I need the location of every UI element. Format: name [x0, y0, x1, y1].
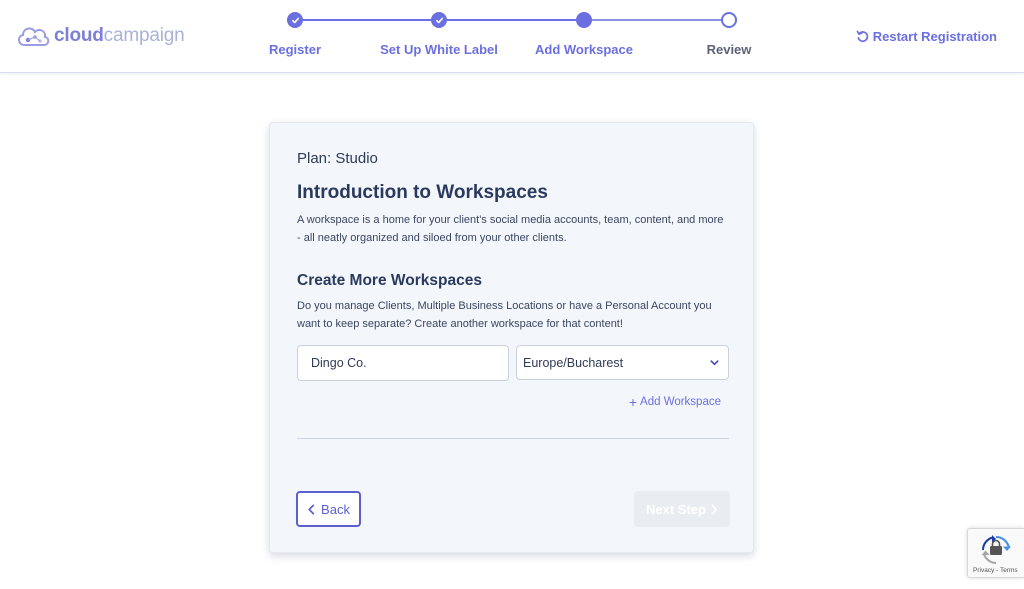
step-label-add-workspace[interactable]: Add Workspace	[535, 42, 633, 57]
step-connector-2	[439, 19, 584, 21]
cloudcampaign-logo[interactable]: cloudcampaign	[15, 20, 185, 52]
intro-description: A workspace is a home for your client's …	[297, 214, 724, 244]
chevron-left-icon	[308, 504, 315, 514]
recaptcha-badge[interactable]: Privacy - Terms	[967, 528, 1024, 578]
workspace-card: Plan: Studio Introduction to Workspaces …	[269, 122, 754, 553]
add-workspace-link[interactable]: + Add Workspace	[629, 395, 721, 409]
workspace-name-input[interactable]	[297, 345, 509, 381]
logo-word-cloud: cloud	[54, 25, 104, 46]
back-label: Back	[321, 501, 350, 517]
restart-icon	[856, 30, 868, 43]
check-icon	[291, 17, 299, 23]
step-connector-3	[584, 19, 729, 21]
recaptcha-links[interactable]: Privacy - Terms	[973, 567, 1018, 574]
timezone-value: Europe/Bucharest	[523, 355, 624, 370]
step-connector-1	[295, 19, 439, 21]
step-dot-review[interactable]	[721, 12, 737, 28]
logo-text: cloudcampaign	[54, 25, 185, 47]
chevron-right-icon	[711, 504, 718, 514]
create-workspaces-title: Create More Workspaces	[297, 272, 482, 289]
recaptcha-icon	[981, 535, 1011, 564]
step-label-review[interactable]: Review	[707, 42, 752, 57]
next-step-button[interactable]: Next Step	[634, 491, 730, 527]
intro-title: Introduction to Workspaces	[297, 182, 548, 203]
registration-stepper: Register Set Up White Label Add Workspac…	[255, 8, 775, 63]
plus-icon: +	[628, 394, 638, 410]
restart-registration-link[interactable]: Restart Registration	[856, 29, 997, 44]
add-workspace-label: Add Workspace	[640, 396, 721, 408]
step-label-white-label[interactable]: Set Up White Label	[380, 42, 498, 57]
step-dot-add-workspace[interactable]	[576, 12, 592, 28]
next-step-label: Next Step	[646, 501, 706, 517]
check-icon	[435, 17, 443, 23]
top-header: cloudcampaign Register Set Up White Labe…	[0, 0, 1024, 73]
step-label-register[interactable]: Register	[269, 42, 321, 57]
step-dot-register[interactable]	[287, 12, 303, 28]
step-dot-white-label[interactable]	[431, 12, 447, 28]
cloud-logo-icon	[18, 27, 50, 46]
back-button[interactable]: Back	[296, 491, 361, 527]
chevron-down-icon	[710, 360, 719, 366]
card-divider	[297, 438, 729, 439]
logo-word-campaign: campaign	[103, 25, 185, 46]
plan-label: Plan: Studio	[297, 150, 378, 167]
timezone-select[interactable]: Europe/Bucharest	[516, 345, 729, 380]
restart-label: Restart Registration	[872, 29, 997, 44]
create-workspaces-description: Do you manage Clients, Multiple Business…	[297, 300, 712, 330]
